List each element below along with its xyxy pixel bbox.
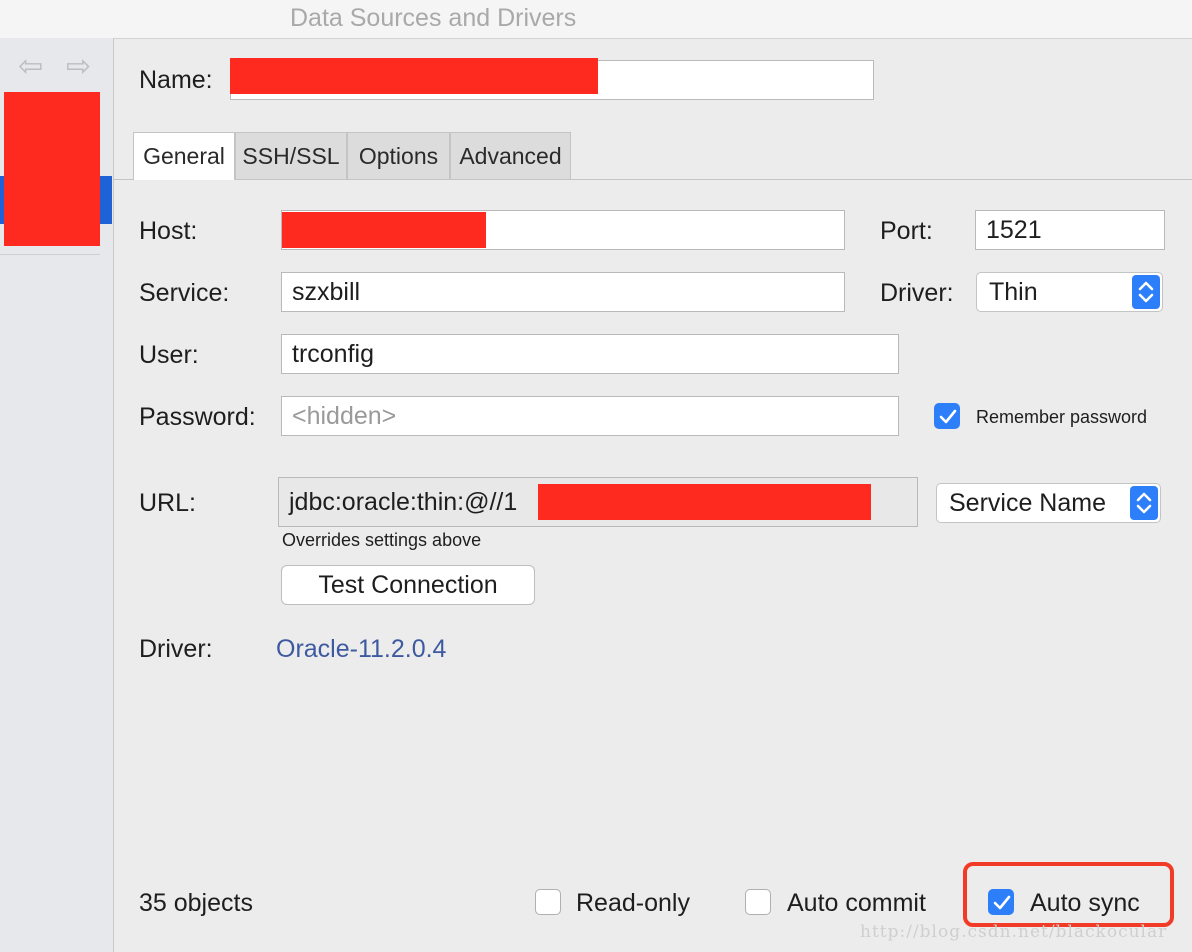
auto-commit-checkbox[interactable] (745, 889, 771, 915)
sidebar-divider (0, 254, 100, 255)
check-icon (993, 895, 1011, 910)
chevron-up-down-icon (1132, 275, 1160, 309)
driver-link[interactable]: Oracle-11.2.0.4 (276, 635, 446, 664)
tab-options[interactable]: Options (347, 132, 450, 179)
redaction-url (538, 484, 871, 520)
tab-ssh-ssl[interactable]: SSH/SSL (235, 132, 347, 179)
host-label: Host: (139, 217, 198, 245)
auto-sync-checkbox[interactable] (988, 889, 1014, 915)
watermark: http://blog.csdn.net/blackocular (860, 922, 1168, 942)
test-connection-button[interactable]: Test Connection (281, 565, 535, 605)
password-label: Password: (139, 403, 256, 431)
user-field[interactable]: trconfig (281, 334, 899, 374)
tabs-divider (113, 179, 1192, 180)
name-label: Name: (139, 66, 213, 94)
driver-select[interactable]: Thin (976, 272, 1163, 312)
tab-general[interactable]: General (133, 132, 235, 180)
url-type-select-value: Service Name (949, 488, 1106, 517)
read-only-label[interactable]: Read-only (576, 889, 690, 918)
driver-label: Driver: (880, 279, 954, 307)
service-field[interactable]: szxbill (281, 272, 845, 312)
tab-advanced[interactable]: Advanced (450, 132, 571, 179)
remember-password-checkbox[interactable] (934, 403, 960, 429)
redaction-sidebar (4, 92, 100, 246)
driver-info-label: Driver: (139, 635, 213, 663)
redaction-name (230, 58, 598, 94)
driver-select-value: Thin (989, 277, 1038, 306)
check-icon (939, 409, 957, 424)
redaction-host (282, 212, 486, 248)
port-label: Port: (880, 217, 933, 245)
url-label: URL: (139, 489, 196, 517)
url-type-select[interactable]: Service Name (936, 483, 1161, 523)
auto-commit-label[interactable]: Auto commit (787, 889, 926, 918)
remember-password-label[interactable]: Remember password (976, 407, 1147, 428)
arrow-right-icon[interactable]: ⇨ (66, 52, 91, 82)
read-only-checkbox[interactable] (535, 889, 561, 915)
service-label: Service: (139, 279, 230, 307)
user-label: User: (139, 341, 199, 369)
arrow-left-icon[interactable]: ⇦ (18, 52, 43, 82)
password-field[interactable]: <hidden> (281, 396, 899, 436)
window-title: Data Sources and Drivers (290, 4, 577, 32)
chevron-up-down-icon (1130, 486, 1158, 520)
port-field[interactable]: 1521 (975, 210, 1165, 250)
objects-count: 35 objects (139, 889, 253, 917)
overrides-note: Overrides settings above (282, 530, 482, 550)
window-title-bar: Data Sources and Drivers (0, 0, 1192, 39)
auto-sync-label[interactable]: Auto sync (1030, 889, 1140, 918)
